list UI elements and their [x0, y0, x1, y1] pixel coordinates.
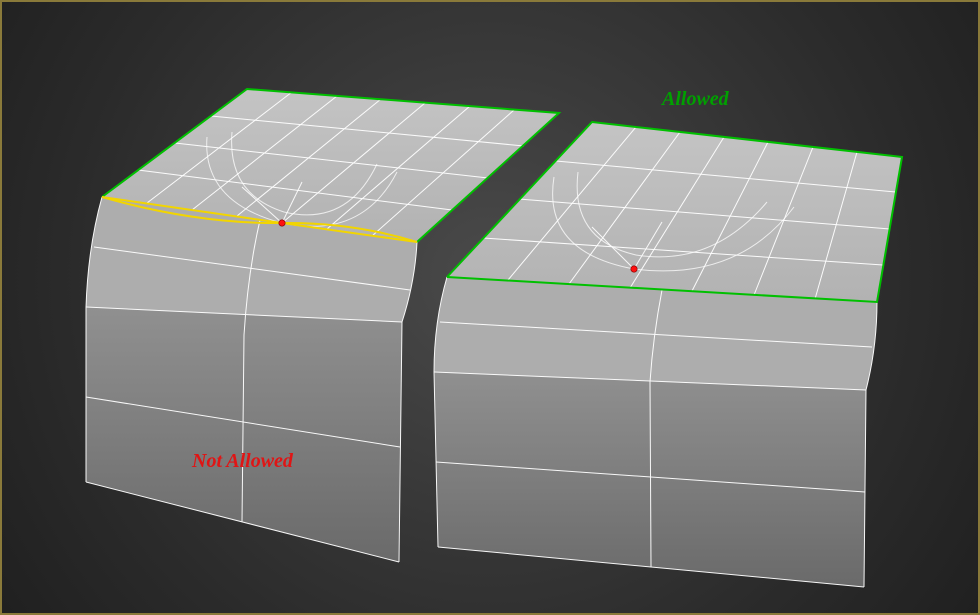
- scene: [2, 2, 980, 615]
- pole-vertex-left: [279, 220, 285, 226]
- mesh-right: [434, 122, 902, 587]
- pole-vertex-right: [631, 266, 637, 272]
- viewport[interactable]: Not Allowed Allowed: [0, 0, 980, 615]
